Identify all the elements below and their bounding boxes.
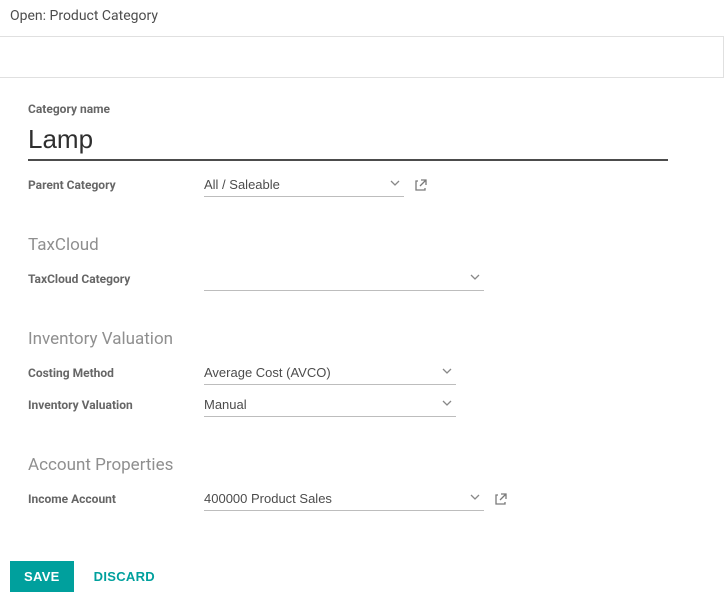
parent-category-input[interactable] bbox=[204, 173, 404, 197]
external-link-icon[interactable] bbox=[494, 492, 508, 506]
section-inventory-valuation: Inventory Valuation bbox=[28, 329, 696, 349]
costing-method-input[interactable] bbox=[204, 361, 456, 385]
income-account-input[interactable] bbox=[204, 487, 484, 511]
parent-category-label: Parent Category bbox=[28, 178, 204, 192]
footer: SAVE DISCARD bbox=[0, 549, 724, 604]
discard-button[interactable]: DISCARD bbox=[94, 569, 155, 584]
taxcloud-category-input[interactable] bbox=[204, 267, 484, 291]
inventory-valuation-field[interactable] bbox=[204, 393, 456, 417]
income-account-field[interactable] bbox=[204, 487, 484, 511]
section-account-properties: Account Properties bbox=[28, 455, 696, 475]
parent-category-field[interactable] bbox=[204, 173, 404, 197]
section-taxcloud: TaxCloud bbox=[28, 235, 696, 255]
toolbar-spacer bbox=[0, 36, 724, 78]
dialog-title: Open: Product Category bbox=[0, 0, 724, 32]
category-name-input[interactable] bbox=[28, 120, 668, 161]
save-button[interactable]: SAVE bbox=[10, 561, 74, 592]
inventory-valuation-label: Inventory Valuation bbox=[28, 398, 204, 412]
category-name-label: Category name bbox=[28, 102, 696, 116]
costing-method-label: Costing Method bbox=[28, 366, 204, 380]
external-link-icon[interactable] bbox=[414, 178, 428, 192]
income-account-label: Income Account bbox=[28, 492, 204, 506]
taxcloud-category-label: TaxCloud Category bbox=[28, 272, 204, 286]
inventory-valuation-input[interactable] bbox=[204, 393, 456, 417]
form-body: Category name Parent Category TaxCloud T… bbox=[0, 78, 724, 576]
costing-method-field[interactable] bbox=[204, 361, 456, 385]
taxcloud-category-field[interactable] bbox=[204, 267, 484, 291]
